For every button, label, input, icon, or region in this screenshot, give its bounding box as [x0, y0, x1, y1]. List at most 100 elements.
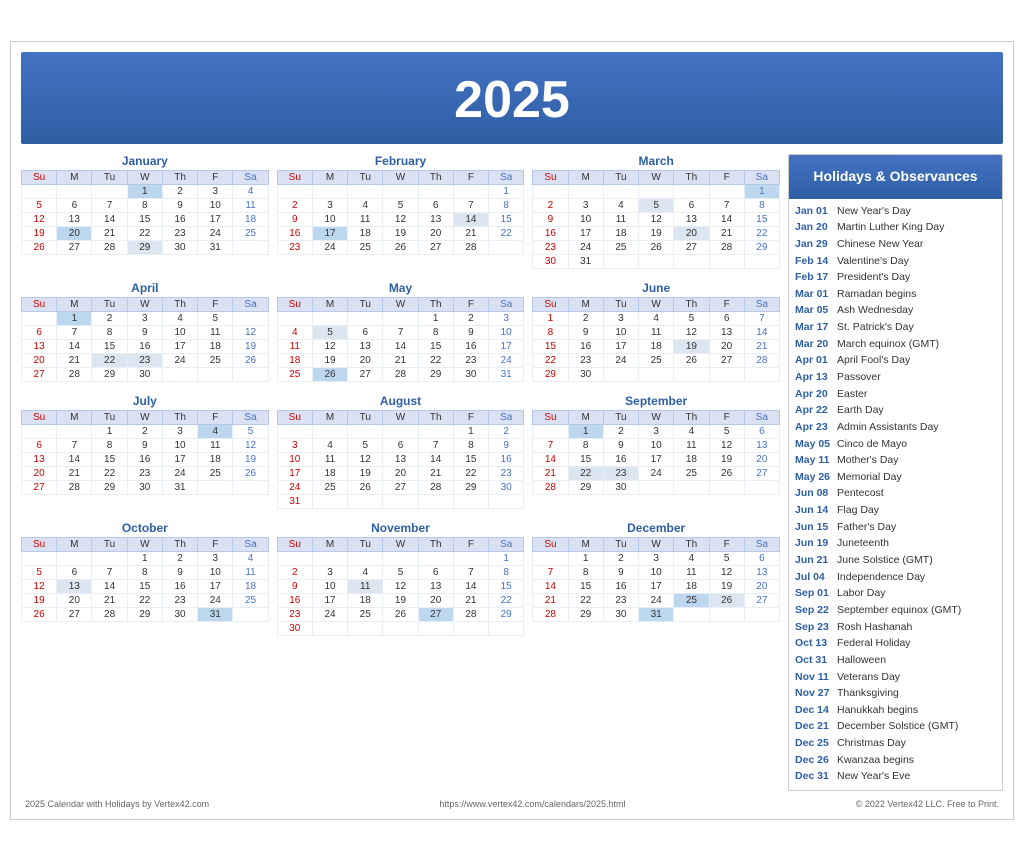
- calendar-day: 27: [383, 481, 418, 495]
- calendar-day: 6: [418, 199, 453, 213]
- day-header: Tu: [348, 298, 383, 312]
- holiday-date: Sep 23: [795, 621, 833, 635]
- calendar-day: 9: [277, 213, 312, 227]
- empty-cell: [312, 425, 347, 439]
- empty-cell: [233, 368, 268, 382]
- calendar-day: 16: [162, 213, 197, 227]
- holiday-item: May 11Mother's Day: [795, 453, 996, 470]
- calendar-day: 29: [453, 481, 488, 495]
- calendar-day: 11: [277, 340, 312, 354]
- calendar-day: 30: [453, 368, 488, 382]
- holiday-date: Jul 04: [795, 571, 833, 585]
- calendar-day: 16: [453, 340, 488, 354]
- day-header: Su: [277, 538, 312, 552]
- day-header: W: [383, 298, 418, 312]
- calendar-day: 18: [233, 580, 268, 594]
- day-header: Tu: [92, 298, 127, 312]
- calendar-day: 12: [312, 340, 347, 354]
- day-header: M: [312, 411, 347, 425]
- day-header: F: [198, 298, 233, 312]
- holiday-event: New Year's Day: [837, 205, 911, 219]
- day-header: Th: [418, 538, 453, 552]
- day-header: Sa: [744, 171, 779, 185]
- calendar-day: 25: [277, 368, 312, 382]
- holiday-item: Sep 23Rosh Hashanah: [795, 619, 996, 636]
- holiday-date: Apr 23: [795, 421, 833, 435]
- calendar-day: 10: [603, 326, 638, 340]
- calendar-day: 25: [233, 227, 268, 241]
- calendar-day: 5: [233, 425, 268, 439]
- calendar-day: 6: [57, 566, 92, 580]
- calendar-day: 19: [22, 227, 57, 241]
- calendar-day: 24: [198, 594, 233, 608]
- calendar-day: 21: [533, 594, 568, 608]
- calendar-day: 27: [744, 594, 779, 608]
- month-may: MaySuMTuWThFSa12345678910111213141516171…: [277, 281, 525, 382]
- holiday-event: Juneteenth: [837, 537, 889, 551]
- calendar-day: 5: [709, 552, 744, 566]
- holiday-event: Veterans Day: [837, 671, 900, 685]
- calendar-day: 23: [127, 467, 162, 481]
- calendar-day: 30: [489, 481, 524, 495]
- calendar-day: 22: [533, 354, 568, 368]
- holiday-date: Jun 21: [795, 554, 833, 568]
- calendar-day: 26: [639, 241, 674, 255]
- calendar-day: 7: [709, 199, 744, 213]
- holiday-event: Ramadan begins: [837, 288, 916, 302]
- calendar-day: 10: [198, 199, 233, 213]
- calendar-day: 12: [22, 580, 57, 594]
- day-header: M: [57, 298, 92, 312]
- holiday-date: Jan 29: [795, 238, 833, 252]
- calendar-day: 23: [453, 354, 488, 368]
- calendar-day: 13: [744, 439, 779, 453]
- day-header: W: [639, 298, 674, 312]
- calendar-day: 21: [57, 467, 92, 481]
- calendar-day: 19: [674, 340, 709, 354]
- year-text: 2025: [454, 71, 570, 129]
- holiday-event: Martin Luther King Day: [837, 221, 944, 235]
- calendar-day: 18: [603, 227, 638, 241]
- empty-cell: [674, 481, 709, 495]
- day-header: Th: [674, 411, 709, 425]
- calendar-day: 28: [453, 608, 488, 622]
- calendar-day: 13: [22, 340, 57, 354]
- holiday-item: Nov 11Veterans Day: [795, 669, 996, 686]
- calendar-day: 3: [639, 552, 674, 566]
- empty-cell: [744, 368, 779, 382]
- empty-cell: [383, 552, 418, 566]
- main-content: JanuarySuMTuWThFSa1234567891011121314151…: [21, 154, 1003, 790]
- day-header: M: [568, 298, 603, 312]
- calendar-day: 7: [453, 199, 488, 213]
- calendar-day: 31: [568, 255, 603, 269]
- day-header: W: [639, 538, 674, 552]
- holiday-date: Feb 17: [795, 271, 833, 285]
- calendar-day: 17: [489, 340, 524, 354]
- day-header: M: [57, 538, 92, 552]
- calendar-day: 19: [22, 594, 57, 608]
- holiday-item: Feb 17President's Day: [795, 270, 996, 287]
- calendar-day: 27: [709, 354, 744, 368]
- calendar-day: 20: [418, 227, 453, 241]
- empty-cell: [22, 425, 57, 439]
- holiday-event: December Solstice (GMT): [837, 720, 958, 734]
- calendar-day: 1: [57, 312, 92, 326]
- day-header: Th: [162, 171, 197, 185]
- day-header: F: [709, 538, 744, 552]
- empty-cell: [418, 622, 453, 636]
- calendar-day: 4: [198, 425, 233, 439]
- calendar-day: 11: [348, 213, 383, 227]
- calendar-day: 10: [639, 439, 674, 453]
- calendar-day: 29: [418, 368, 453, 382]
- holiday-event: Mother's Day: [837, 454, 899, 468]
- calendar-day: 8: [453, 439, 488, 453]
- calendar-day: 10: [162, 326, 197, 340]
- calendar-day: 1: [127, 552, 162, 566]
- holiday-item: Jan 20Martin Luther King Day: [795, 220, 996, 237]
- month-december: DecemberSuMTuWThFSa123456789101112131415…: [532, 521, 780, 636]
- holiday-date: Mar 01: [795, 288, 833, 302]
- calendar-day: 26: [22, 608, 57, 622]
- calendar-day: 25: [198, 354, 233, 368]
- holiday-date: Mar 20: [795, 338, 833, 352]
- calendar-day: 10: [162, 439, 197, 453]
- calendar-day: 9: [453, 326, 488, 340]
